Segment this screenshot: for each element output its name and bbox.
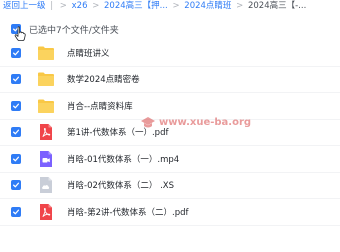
- breadcrumb-separator: >: [236, 1, 244, 11]
- pdf-file-icon: [40, 124, 52, 141]
- check-icon: [12, 182, 20, 188]
- row-checkbox[interactable]: [11, 74, 21, 85]
- folder-icon: [38, 99, 54, 113]
- check-icon: [12, 50, 20, 56]
- breadcrumb: 返回上一级 | > x26 > 2024高三【押... > 2024点睛班 > …: [0, 0, 340, 14]
- file-row-folder-shuxue-mijuan[interactable]: 数学2024点睛密卷: [0, 67, 340, 93]
- breadcrumb-divider: |: [50, 1, 54, 11]
- row-checkbox[interactable]: [11, 100, 21, 111]
- file-list: 点睛班讲义 数学2024点睛密卷 肖合--点睛资料库 第1讲-代数体系（一）.p…: [0, 40, 340, 226]
- breadcrumb-item-2024-dianjingban[interactable]: 2024点睛班: [184, 1, 231, 11]
- file-name: 肖合--点睛资料库: [67, 101, 133, 112]
- row-checkbox[interactable]: [11, 153, 21, 164]
- folder-icon: [38, 46, 54, 60]
- watermark-logo-icon: [141, 117, 155, 128]
- watermark-text: www.xue-ba.org: [159, 116, 252, 128]
- breadcrumb-item-2024-gaosan-ya[interactable]: 2024高三【押...: [104, 1, 168, 11]
- selection-bar: 已选中7个文件/文件夹: [0, 18, 340, 40]
- breadcrumb-item-x26[interactable]: x26: [72, 1, 88, 11]
- row-checkbox[interactable]: [11, 180, 21, 191]
- breadcrumb-separator: >: [92, 1, 100, 11]
- file-name: 数学2024点睛密卷: [67, 75, 140, 86]
- file-row-cloud-02[interactable]: 肖晗-02代数体系（二） .XS: [0, 173, 340, 199]
- breadcrumb-separator: >: [59, 1, 67, 11]
- check-icon: [12, 76, 20, 82]
- file-name: 点睛班讲义: [67, 48, 110, 59]
- row-checkbox[interactable]: [11, 206, 21, 217]
- file-row-folder-dianjingban-jiangyi[interactable]: 点睛班讲义: [0, 40, 340, 67]
- watermark: www.xue-ba.org: [140, 112, 251, 132]
- file-row-video-01[interactable]: 肖晗-01代数体系（一）.mp4: [0, 146, 340, 173]
- file-name: 肖晗-01代数体系（一）.mp4: [67, 154, 180, 165]
- check-icon: [12, 156, 20, 162]
- row-checkbox[interactable]: [11, 47, 21, 58]
- pdf-file-icon: [40, 203, 52, 220]
- selection-count-text: 已选中7个文件/文件夹: [29, 25, 119, 36]
- video-file-icon: [40, 150, 52, 167]
- breadcrumb-item-current: 2024高三【-...: [247, 1, 307, 11]
- row-checkbox[interactable]: [11, 127, 21, 138]
- cloud-file-icon: [40, 177, 52, 194]
- check-icon: [12, 209, 20, 215]
- check-icon: [12, 103, 20, 109]
- folder-icon: [38, 72, 54, 87]
- check-icon: [12, 129, 20, 135]
- breadcrumb-separator: >: [172, 1, 180, 11]
- file-row-pdf-lecture-2[interactable]: 肖晗-第2讲-代数体系（二）.pdf: [0, 199, 340, 226]
- file-name: 肖晗-02代数体系（二） .XS: [67, 181, 175, 192]
- back-link[interactable]: 返回上一级: [3, 1, 46, 11]
- file-name: 肖晗-第2讲-代数体系（二）.pdf: [67, 207, 189, 218]
